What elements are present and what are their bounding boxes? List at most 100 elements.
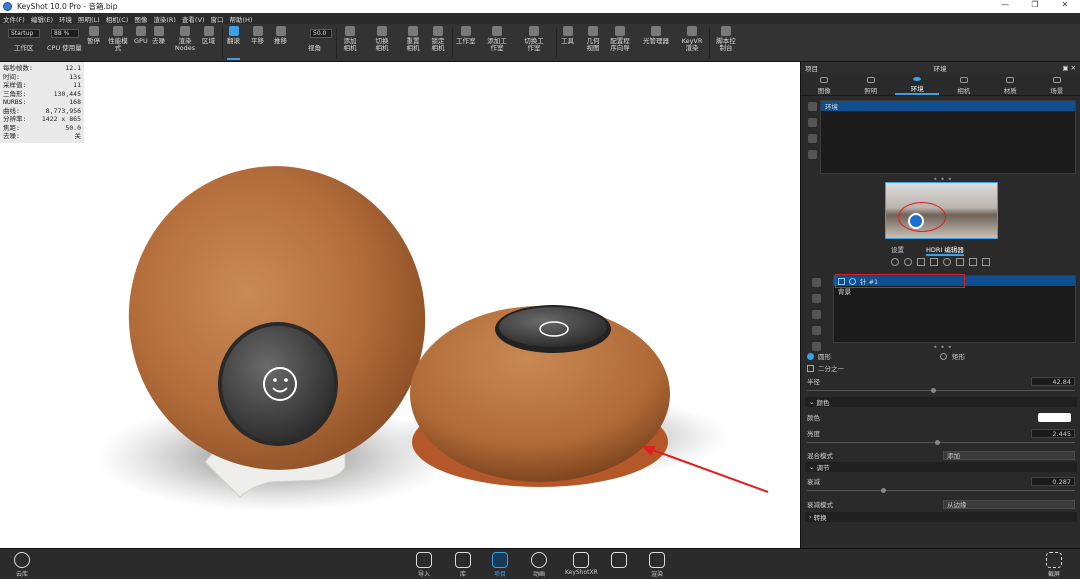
adjust-icon[interactable]: [943, 258, 951, 266]
reset-camera-button[interactable]: 重置相机: [404, 26, 422, 60]
link-icon[interactable]: [956, 258, 964, 266]
menu-lighting[interactable]: 照明(L): [78, 14, 100, 24]
tab-camera[interactable]: 相机: [942, 74, 986, 95]
tools-button[interactable]: 工具: [561, 26, 574, 60]
library-button[interactable]: 库: [455, 552, 471, 578]
keyshotxr-button[interactable]: KeyShotXR: [565, 552, 598, 576]
window-title: KeyShot 10.0 Pro - 音箱.bip: [17, 2, 118, 11]
list-item-environment[interactable]: 环境: [821, 101, 1075, 111]
lock-camera-button[interactable]: 锁定相机: [429, 26, 447, 60]
dolly-button[interactable]: 推移: [274, 26, 287, 60]
region-button[interactable]: 区域: [202, 26, 215, 60]
color-section-header[interactable]: ⌄ 颜色: [805, 397, 1077, 407]
menu-view[interactable]: 查看(V): [182, 14, 205, 24]
stat-row: 每秒帧数: 12.1: [3, 64, 81, 72]
add-pin-icon[interactable]: [891, 258, 899, 266]
falloff-mode-select[interactable]: 从边缘: [943, 499, 1075, 509]
close-button[interactable]: ✕: [1050, 0, 1080, 9]
half-checkbox[interactable]: [807, 364, 814, 372]
menu-window[interactable]: 窗口: [210, 14, 223, 24]
configurator-wizard-button[interactable]: 配置程序向导: [608, 26, 632, 60]
radio-rectangle[interactable]: [940, 352, 947, 360]
import-button[interactable]: 导入: [416, 552, 432, 578]
tab-image[interactable]: 图像: [802, 74, 846, 95]
render-button[interactable]: 渲染: [649, 552, 665, 578]
radius-field[interactable]: 42.84: [1031, 376, 1075, 386]
move-down-icon[interactable]: [812, 310, 821, 319]
xr-icon: [573, 552, 590, 568]
radio-circle[interactable]: [807, 352, 814, 360]
tumble-button[interactable]: 翻滚: [227, 26, 240, 60]
window-pin-icon[interactable]: [969, 258, 977, 266]
menu-render[interactable]: 渲染(R): [153, 14, 176, 24]
screenshot-button[interactable]: 截屏: [1046, 552, 1062, 578]
studio-button[interactable]: 工作室: [456, 26, 476, 60]
configurator-icon: [615, 26, 625, 36]
keyvr-render-button[interactable]: KeyVR 渲染: [682, 26, 702, 60]
export-icon[interactable]: [982, 258, 990, 266]
transform-section-header[interactable]: › 转换: [805, 512, 1077, 522]
brightness-field[interactable]: 2.445: [1031, 428, 1075, 438]
tab-material[interactable]: 材质: [988, 74, 1032, 95]
folder-icon[interactable]: [812, 326, 821, 335]
radius-slider[interactable]: [807, 388, 1075, 393]
minimize-button[interactable]: —: [990, 0, 1020, 9]
maximize-button[interactable]: ❐: [1020, 0, 1050, 9]
menu-camera[interactable]: 相机(C): [106, 14, 129, 24]
workspace-select[interactable]: Startup: [8, 29, 40, 38]
fov-field[interactable]: 50.0: [310, 29, 332, 38]
left-speaker-face: [222, 326, 334, 442]
switch-studio-button[interactable]: 切换工作室: [524, 26, 544, 60]
add-sun-pin-icon[interactable]: [930, 258, 938, 266]
falloff-slider[interactable]: [807, 488, 1075, 493]
add-pin-gradient-icon[interactable]: [904, 258, 912, 266]
blend-mode-select[interactable]: 添加: [943, 450, 1075, 460]
menu-edit[interactable]: 编辑(E): [31, 14, 53, 24]
tab-scene[interactable]: 场景: [1035, 74, 1079, 95]
tab-lighting[interactable]: 照明: [849, 74, 893, 95]
menu-image[interactable]: 图像: [134, 14, 147, 24]
tab-hdri-editor[interactable]: HDRI 编辑器: [926, 244, 964, 256]
color-swatch[interactable]: [1038, 412, 1071, 422]
delete-environment-icon[interactable]: [808, 150, 817, 159]
window-controls: — ❐ ✕: [990, 0, 1080, 9]
menu-file[interactable]: 文件(F): [3, 14, 25, 24]
menu-help[interactable]: 帮助(H): [229, 14, 252, 24]
tab-settings[interactable]: 设置: [891, 244, 904, 256]
vr-button[interactable]: [611, 552, 627, 569]
panel-window-icons[interactable]: ▣ ✕: [1062, 64, 1076, 72]
pan-button[interactable]: 平移: [251, 26, 264, 60]
cpu-usage-field[interactable]: 88 %: [51, 29, 79, 38]
add-studio-button[interactable]: 添加工作室: [487, 26, 507, 60]
geometry-view-button[interactable]: 几何视图: [584, 26, 602, 60]
performance-mode-button[interactable]: 性能模式: [108, 26, 128, 60]
pin-settings-icon[interactable]: [812, 342, 821, 351]
add-image-pin-icon[interactable]: [917, 258, 925, 266]
render-viewport[interactable]: 每秒帧数: 12.1 时间: 13s 采样值: 11 三角形: 130,445 NURB…: [0, 62, 800, 548]
adjust-section-header[interactable]: ⌄ 调节: [805, 462, 1077, 472]
pause-button[interactable]: 暂停: [87, 26, 100, 60]
render-stats-overlay: 每秒帧数: 12.1 时间: 13s 采样值: 11 三角形: 130,445 NURB…: [0, 62, 84, 143]
falloff-field[interactable]: 0.287: [1031, 476, 1075, 486]
switch-camera-button[interactable]: 切换相机: [373, 26, 391, 60]
brightness-slider[interactable]: [807, 440, 1075, 445]
delete-pin-icon[interactable]: [812, 278, 821, 287]
cloud-library-button[interactable]: 云库: [14, 552, 30, 578]
light-manager-button[interactable]: 光管理器: [643, 26, 669, 60]
render-nodes-button[interactable]: 渲染 Nodes: [174, 26, 196, 60]
half-checkbox-row: 二分之一: [807, 363, 1075, 373]
gpu-button[interactable]: GPU: [134, 26, 148, 60]
duplicate-environment-icon[interactable]: [808, 118, 817, 127]
performance-icon: [113, 26, 123, 36]
project-button[interactable]: 项目: [492, 552, 508, 578]
script-console-button[interactable]: 脚本控制台: [716, 26, 736, 60]
tab-environment[interactable]: 环境: [895, 74, 940, 95]
title-bar: KeyShot 10.0 Pro - 音箱.bip — ❐ ✕: [0, 0, 1080, 13]
add-camera-button[interactable]: 添加相机: [341, 26, 359, 60]
animation-button[interactable]: 动画: [531, 552, 547, 578]
denoise-button[interactable]: 去噪: [152, 26, 165, 60]
import-environment-icon[interactable]: [808, 134, 817, 143]
menu-environment[interactable]: 环境: [59, 14, 72, 24]
move-up-icon[interactable]: [812, 294, 821, 303]
add-environment-icon[interactable]: [808, 102, 817, 111]
